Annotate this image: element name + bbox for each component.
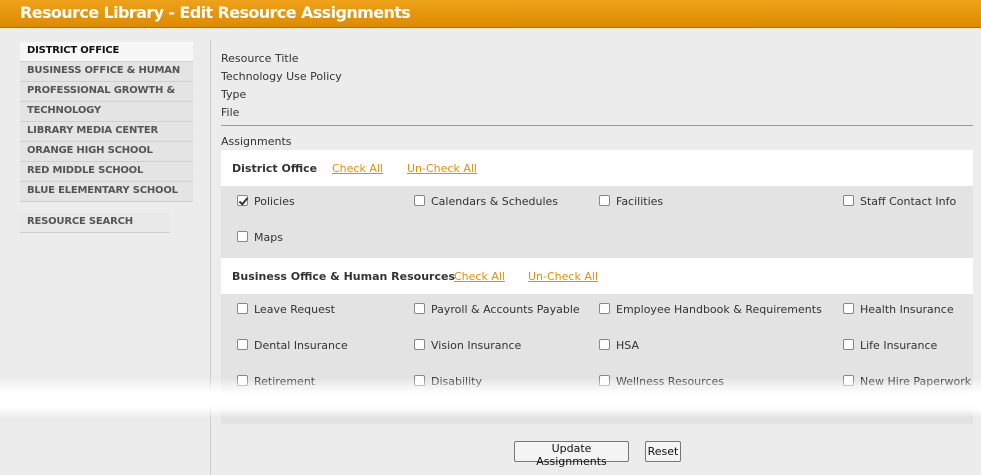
checkbox-icon[interactable] <box>237 338 248 350</box>
resource-title-value: Technology Use Policy <box>221 70 342 83</box>
checkbox-leave-request[interactable]: Leave Request <box>237 302 335 322</box>
checkbox-staff-contact-info[interactable]: Staff Contact Info <box>843 194 956 214</box>
page-title: Resource Library - Edit Resource Assignm… <box>20 3 411 22</box>
uncheck-all-link[interactable]: Un-Check All <box>528 270 598 283</box>
checkbox-icon[interactable] <box>843 338 854 350</box>
check-all-link[interactable]: Check All <box>454 270 505 283</box>
checkbox-icon[interactable] <box>843 194 854 206</box>
update-assignments-button[interactable]: Update Assignments <box>514 441 629 468</box>
check-all-link[interactable]: Check All <box>332 162 383 175</box>
resource-title-label: Resource Title <box>221 52 299 65</box>
sidebar-item-resource-search[interactable]: RESOURCE SEARCH <box>20 213 170 233</box>
sidebar-item-technology[interactable]: TECHNOLOGY <box>20 102 193 122</box>
checkbox-health-insurance[interactable]: Health Insurance <box>843 302 954 322</box>
checkbox-icon[interactable] <box>414 338 425 350</box>
sidebar-item-district-office[interactable]: DISTRICT OFFICE <box>20 42 193 62</box>
title-bar: Resource Library - Edit Resource Assignm… <box>0 0 981 28</box>
reset-button[interactable]: Reset <box>645 441 681 462</box>
checkbox-icon[interactable] <box>414 194 425 206</box>
checkbox-icon[interactable] <box>414 302 425 314</box>
group-header: District Office Check All Un-Check All <box>221 150 973 186</box>
checkbox-vision-insurance[interactable]: Vision Insurance <box>414 338 521 358</box>
checkbox-life-insurance[interactable]: Life Insurance <box>843 338 937 358</box>
checkbox-maps[interactable]: Maps <box>237 230 283 250</box>
checkbox-icon[interactable] <box>237 194 248 206</box>
checkbox-icon[interactable] <box>237 302 248 314</box>
sidebar-item-library-media-center[interactable]: LIBRARY MEDIA CENTER <box>20 122 193 142</box>
checkbox-icon[interactable] <box>237 230 248 242</box>
checkbox-facilities[interactable]: Facilities <box>599 194 663 214</box>
uncheck-all-link[interactable]: Un-Check All <box>407 162 477 175</box>
resource-info: Resource Title Technology Use Policy Typ… <box>221 50 342 122</box>
checkbox-payroll-accounts-payable[interactable]: Payroll & Accounts Payable <box>414 302 580 322</box>
checkbox-icon[interactable] <box>843 302 854 314</box>
resource-type-label: Type <box>221 88 247 101</box>
checkbox-hsa[interactable]: HSA <box>599 338 639 358</box>
checkbox-dental-insurance[interactable]: Dental Insurance <box>237 338 348 358</box>
checkbox-calendars-schedules[interactable]: Calendars & Schedules <box>414 194 558 214</box>
sidebar-item-blue-elementary-school[interactable]: BLUE ELEMENTARY SCHOOL <box>20 182 193 202</box>
sidebar-item-red-middle-school[interactable]: RED MIDDLE SCHOOL <box>20 162 193 182</box>
checkbox-icon[interactable] <box>599 194 610 206</box>
scroll-fade-overlay <box>0 378 981 418</box>
section-divider <box>221 125 973 126</box>
group-title: Business Office & Human Resources <box>232 270 456 283</box>
assignments-label: Assignments <box>221 135 292 148</box>
sidebar-nav: DISTRICT OFFICE BUSINESS OFFICE & HUMAN … <box>20 42 193 233</box>
group-header: Business Office & Human Resources Check … <box>221 258 973 294</box>
checkbox-icon[interactable] <box>599 302 610 314</box>
sidebar-item-professional-growth[interactable]: PROFESSIONAL GROWTH & <box>20 82 193 102</box>
checkbox-employee-handbook[interactable]: Employee Handbook & Requirements <box>599 302 822 322</box>
group-district-office: District Office Check All Un-Check All P… <box>221 150 973 258</box>
checkbox-icon[interactable] <box>599 338 610 350</box>
sidebar-item-business-office[interactable]: BUSINESS OFFICE & HUMAN <box>20 62 193 82</box>
checkbox-policies[interactable]: Policies <box>237 194 295 214</box>
resource-type-value: File <box>221 106 240 119</box>
group-title: District Office <box>232 162 318 175</box>
checkbox-grid: Policies Calendars & Schedules Facilitie… <box>221 186 973 258</box>
sidebar-item-orange-high-school[interactable]: ORANGE HIGH SCHOOL <box>20 142 193 162</box>
